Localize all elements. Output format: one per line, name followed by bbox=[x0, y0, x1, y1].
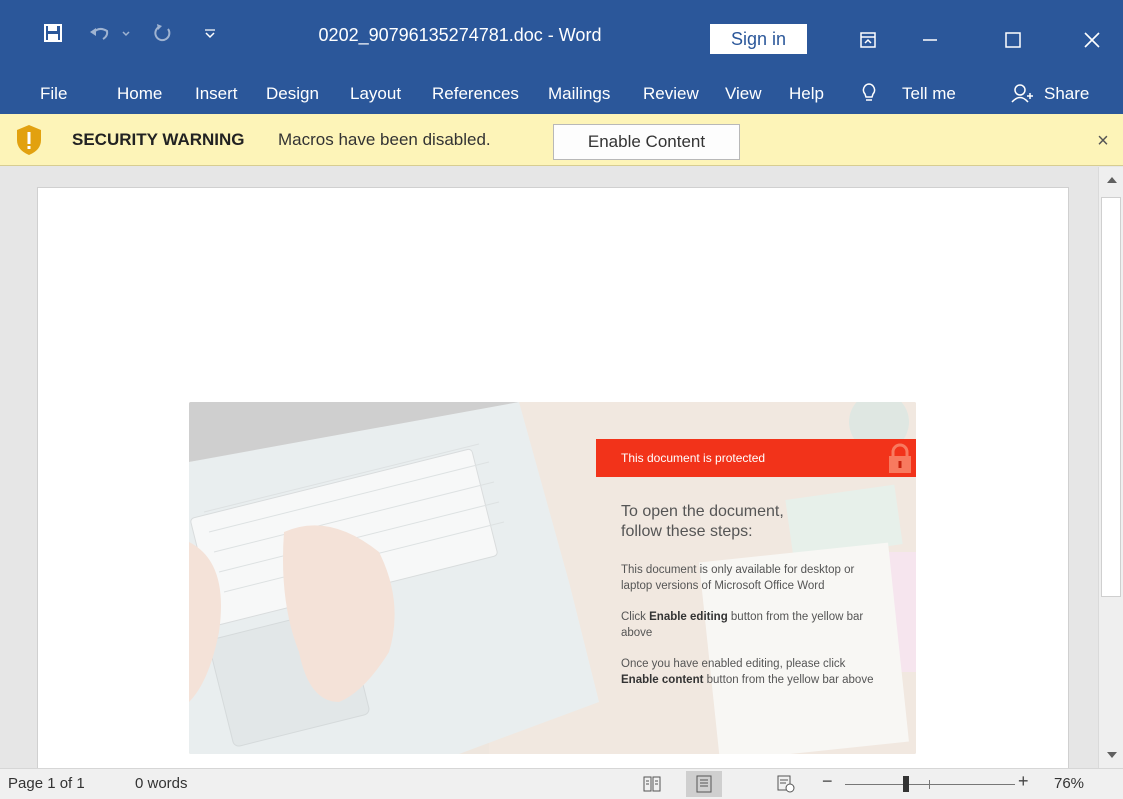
instruction-step-3: Once you have enabled editing, please cl… bbox=[621, 658, 874, 686]
scroll-down-icon[interactable] bbox=[1099, 742, 1123, 768]
tell-me-search[interactable]: Tell me bbox=[902, 84, 956, 104]
title-bar: 0202_90796135274781.doc - Word Sign in bbox=[0, 0, 1123, 78]
zoom-out-button[interactable]: − bbox=[822, 771, 833, 792]
tab-home[interactable]: Home bbox=[117, 84, 162, 104]
lure-instructions: To open the document, follow these steps… bbox=[621, 502, 881, 703]
scrollbar-thumb[interactable] bbox=[1101, 197, 1121, 597]
word-count[interactable]: 0 words bbox=[135, 775, 188, 792]
security-warning-message: Macros have been disabled. bbox=[278, 130, 491, 149]
tab-layout[interactable]: Layout bbox=[350, 84, 401, 104]
print-layout-icon[interactable] bbox=[686, 771, 722, 797]
share-button[interactable]: Share bbox=[1044, 84, 1089, 104]
web-layout-icon[interactable] bbox=[768, 771, 804, 797]
padlock-icon bbox=[885, 443, 915, 473]
status-bar: Page 1 of 1 0 words − + 76% bbox=[0, 768, 1123, 799]
lightbulb-icon[interactable] bbox=[860, 82, 878, 109]
sign-in-button[interactable]: Sign in bbox=[710, 24, 807, 54]
maximize-icon[interactable] bbox=[985, 18, 1041, 62]
protected-banner: This document is protected bbox=[596, 439, 916, 477]
tab-design[interactable]: Design bbox=[266, 84, 319, 104]
page-count[interactable]: Page 1 of 1 bbox=[8, 775, 85, 792]
zoom-in-button[interactable]: + bbox=[1018, 771, 1029, 792]
minimize-icon[interactable] bbox=[902, 18, 958, 62]
share-icon[interactable] bbox=[1010, 82, 1034, 109]
tab-mailings[interactable]: Mailings bbox=[548, 84, 610, 104]
zoom-slider-knob[interactable] bbox=[903, 776, 909, 792]
read-mode-icon[interactable] bbox=[634, 771, 670, 797]
ribbon-tabs: File Home Insert Design Layout Reference… bbox=[0, 78, 1123, 114]
tab-help[interactable]: Help bbox=[789, 84, 824, 104]
instruction-step-1: This document is only available for desk… bbox=[621, 564, 855, 592]
tab-file[interactable]: File bbox=[40, 84, 67, 104]
ribbon-display-options-icon[interactable] bbox=[840, 18, 896, 62]
document-image: This document is protected To open the d… bbox=[189, 402, 916, 754]
close-warning-icon[interactable]: × bbox=[1090, 128, 1116, 154]
protected-banner-text: This document is protected bbox=[621, 451, 766, 465]
tab-review[interactable]: Review bbox=[643, 84, 699, 104]
zoom-slider-track[interactable] bbox=[845, 784, 1015, 785]
warning-shield-icon bbox=[16, 124, 42, 156]
security-warning-title: SECURITY WARNING bbox=[72, 130, 245, 149]
tab-insert[interactable]: Insert bbox=[195, 84, 238, 104]
tab-references[interactable]: References bbox=[432, 84, 519, 104]
instructions-heading: To open the document, follow these steps… bbox=[621, 503, 784, 540]
tab-view[interactable]: View bbox=[725, 84, 762, 104]
zoom-percentage[interactable]: 76% bbox=[1054, 775, 1084, 792]
close-window-icon[interactable] bbox=[1064, 18, 1120, 62]
enable-content-button[interactable]: Enable Content bbox=[553, 124, 740, 160]
instruction-step-2: Click Enable editing button from the yel… bbox=[621, 611, 864, 639]
scroll-up-icon[interactable] bbox=[1099, 167, 1123, 193]
zoom-slider-center-tick bbox=[929, 780, 930, 789]
vertical-scrollbar[interactable] bbox=[1098, 167, 1123, 768]
